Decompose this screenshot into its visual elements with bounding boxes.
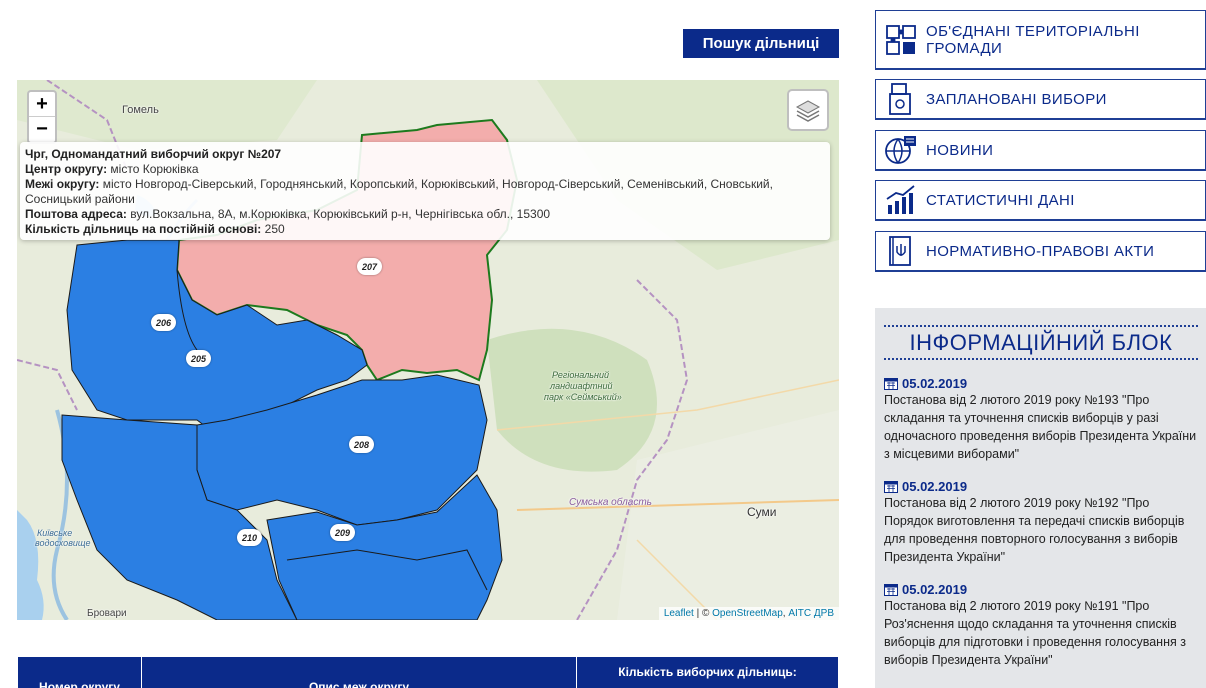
osm-link[interactable]: OpenStreetMap xyxy=(712,608,783,619)
menu-item-statistics[interactable]: СТАТИСТИЧНІ ДАНІ xyxy=(875,180,1206,221)
news-date-text: 05.02.2019 xyxy=(902,376,968,391)
news-item[interactable]: 05.02.2019 Постанова від 2 лютого 2019 р… xyxy=(884,479,1198,566)
districts-table-header: Номер округу Опис меж округу Кількість в… xyxy=(18,657,838,688)
zoom-out-button[interactable]: − xyxy=(29,117,55,142)
news-date: 05.02.2019 xyxy=(884,582,1198,597)
menu-item-scheduled-elections[interactable]: ЗАПЛАНОВАНІ ВИБОРИ xyxy=(875,79,1206,120)
district-label-207[interactable]: 207 xyxy=(357,258,382,275)
calendar-icon xyxy=(884,584,898,596)
menu-item-news[interactable]: НОВИНИ xyxy=(875,130,1206,171)
column-header-station-count[interactable]: Кількість виборчих дільниць: xyxy=(577,657,838,688)
district-label-209[interactable]: 209 xyxy=(330,524,355,541)
popup-address-label: Поштова адреса: xyxy=(25,207,127,221)
place-label-sumy: Суми xyxy=(747,505,777,519)
statistics-icon xyxy=(884,183,918,217)
popup-title: Чрг, Одномандатний виборчий округ №207 xyxy=(25,147,282,161)
layers-button[interactable] xyxy=(787,89,829,131)
popup-count-label: Кількість дільниць на постійній основі: xyxy=(25,222,262,236)
aits-link[interactable]: АІТС ДРВ xyxy=(788,608,834,619)
place-label-sumy-oblast: Сумська область xyxy=(569,497,652,508)
news-item[interactable]: 05.02.2019 Постанова від 2 лютого 2019 р… xyxy=(884,582,1198,669)
menu-label-news: НОВИНИ xyxy=(926,141,994,159)
district-label-205[interactable]: 205 xyxy=(186,350,211,367)
news-date-text: 05.02.2019 xyxy=(902,479,968,494)
menu-item-legal-acts[interactable]: НОРМАТИВНО-ПРАВОВІ АКТИ xyxy=(875,231,1206,272)
map-attribution: Leaflet | © OpenStreetMap, АІТС ДРВ xyxy=(658,607,839,620)
column-header-district-number[interactable]: Номер округу xyxy=(18,657,142,688)
law-book-icon xyxy=(884,234,918,268)
column-header-border-description[interactable]: Опис меж округу xyxy=(142,657,577,688)
place-label-park-1: Регіональний xyxy=(552,370,609,380)
menu-item-united-communities[interactable]: ОБ'ЄДНАНІ ТЕРИТОРІАЛЬНІ ГРОМАДИ xyxy=(875,10,1206,70)
menu-label-scheduled-elections: ЗАПЛАНОВАНІ ВИБОРИ xyxy=(926,90,1107,108)
zoom-in-button[interactable]: + xyxy=(29,92,55,117)
globe-news-icon xyxy=(884,133,918,167)
place-label-gomel: Гомель xyxy=(122,104,159,116)
news-date: 05.02.2019 xyxy=(884,376,1198,391)
menu-label-legal-acts: НОРМАТИВНО-ПРАВОВІ АКТИ xyxy=(926,242,1155,260)
calendar-icon xyxy=(884,378,898,390)
place-label-brovary: Бровари xyxy=(87,608,127,619)
menu-label-statistics: СТАТИСТИЧНІ ДАНІ xyxy=(926,191,1075,209)
info-block-title: ІНФОРМАЦІЙНИЙ БЛОК xyxy=(884,325,1198,360)
layers-icon xyxy=(795,100,821,122)
leaflet-link[interactable]: Leaflet xyxy=(664,608,694,619)
district-label-206[interactable]: 206 xyxy=(151,314,176,331)
popup-borders-label: Межі округу: xyxy=(25,177,100,191)
popup-count-value: 250 xyxy=(264,222,285,236)
calendar-icon xyxy=(884,481,898,493)
news-text[interactable]: Постанова від 2 лютого 2019 року №191 "П… xyxy=(884,597,1198,669)
place-label-park-2: ландшафтний xyxy=(550,381,613,391)
menu-label-united-communities: ОБ'ЄДНАНІ ТЕРИТОРІАЛЬНІ ГРОМАДИ xyxy=(926,22,1140,57)
attribution-separator: | © xyxy=(693,608,713,619)
popup-center-value: місто Корюківка xyxy=(110,162,199,176)
ballot-box-icon xyxy=(884,82,918,116)
place-label-park-3: парк «Сеймський» xyxy=(544,392,622,402)
search-polling-station-button[interactable]: Пошук дільниці xyxy=(683,29,839,58)
news-date: 05.02.2019 xyxy=(884,479,1198,494)
popup-center-label: Центр округу: xyxy=(25,162,108,176)
info-block: ІНФОРМАЦІЙНИЙ БЛОК 05.02.2019 Постанова … xyxy=(875,308,1206,688)
district-label-210[interactable]: 210 xyxy=(237,529,262,546)
zoom-control: + − xyxy=(27,90,57,144)
place-label-kyiv-reservoir-1: Київське xyxy=(37,528,73,538)
popup-borders-value: місто Новгород-Сіверський, Городнянський… xyxy=(25,177,773,206)
news-text[interactable]: Постанова від 2 лютого 2019 року №192 "П… xyxy=(884,494,1198,566)
district-map[interactable]: 207 206 205 208 210 209 Гомель Регіональ… xyxy=(17,80,839,620)
popup-address-value: вул.Вокзальна, 8А, м.Корюківка, Корюківс… xyxy=(130,207,551,221)
news-date-text: 05.02.2019 xyxy=(902,582,968,597)
district-info-popup: Чрг, Одномандатний виборчий округ №207 Ц… xyxy=(20,142,830,240)
news-text[interactable]: Постанова від 2 лютого 2019 року №193 "П… xyxy=(884,391,1198,463)
place-label-kyiv-reservoir-2: водосховище xyxy=(35,538,91,548)
puzzle-icon xyxy=(884,23,918,57)
district-label-208[interactable]: 208 xyxy=(349,436,374,453)
news-item[interactable]: 05.02.2019 Постанова від 2 лютого 2019 р… xyxy=(884,376,1198,463)
